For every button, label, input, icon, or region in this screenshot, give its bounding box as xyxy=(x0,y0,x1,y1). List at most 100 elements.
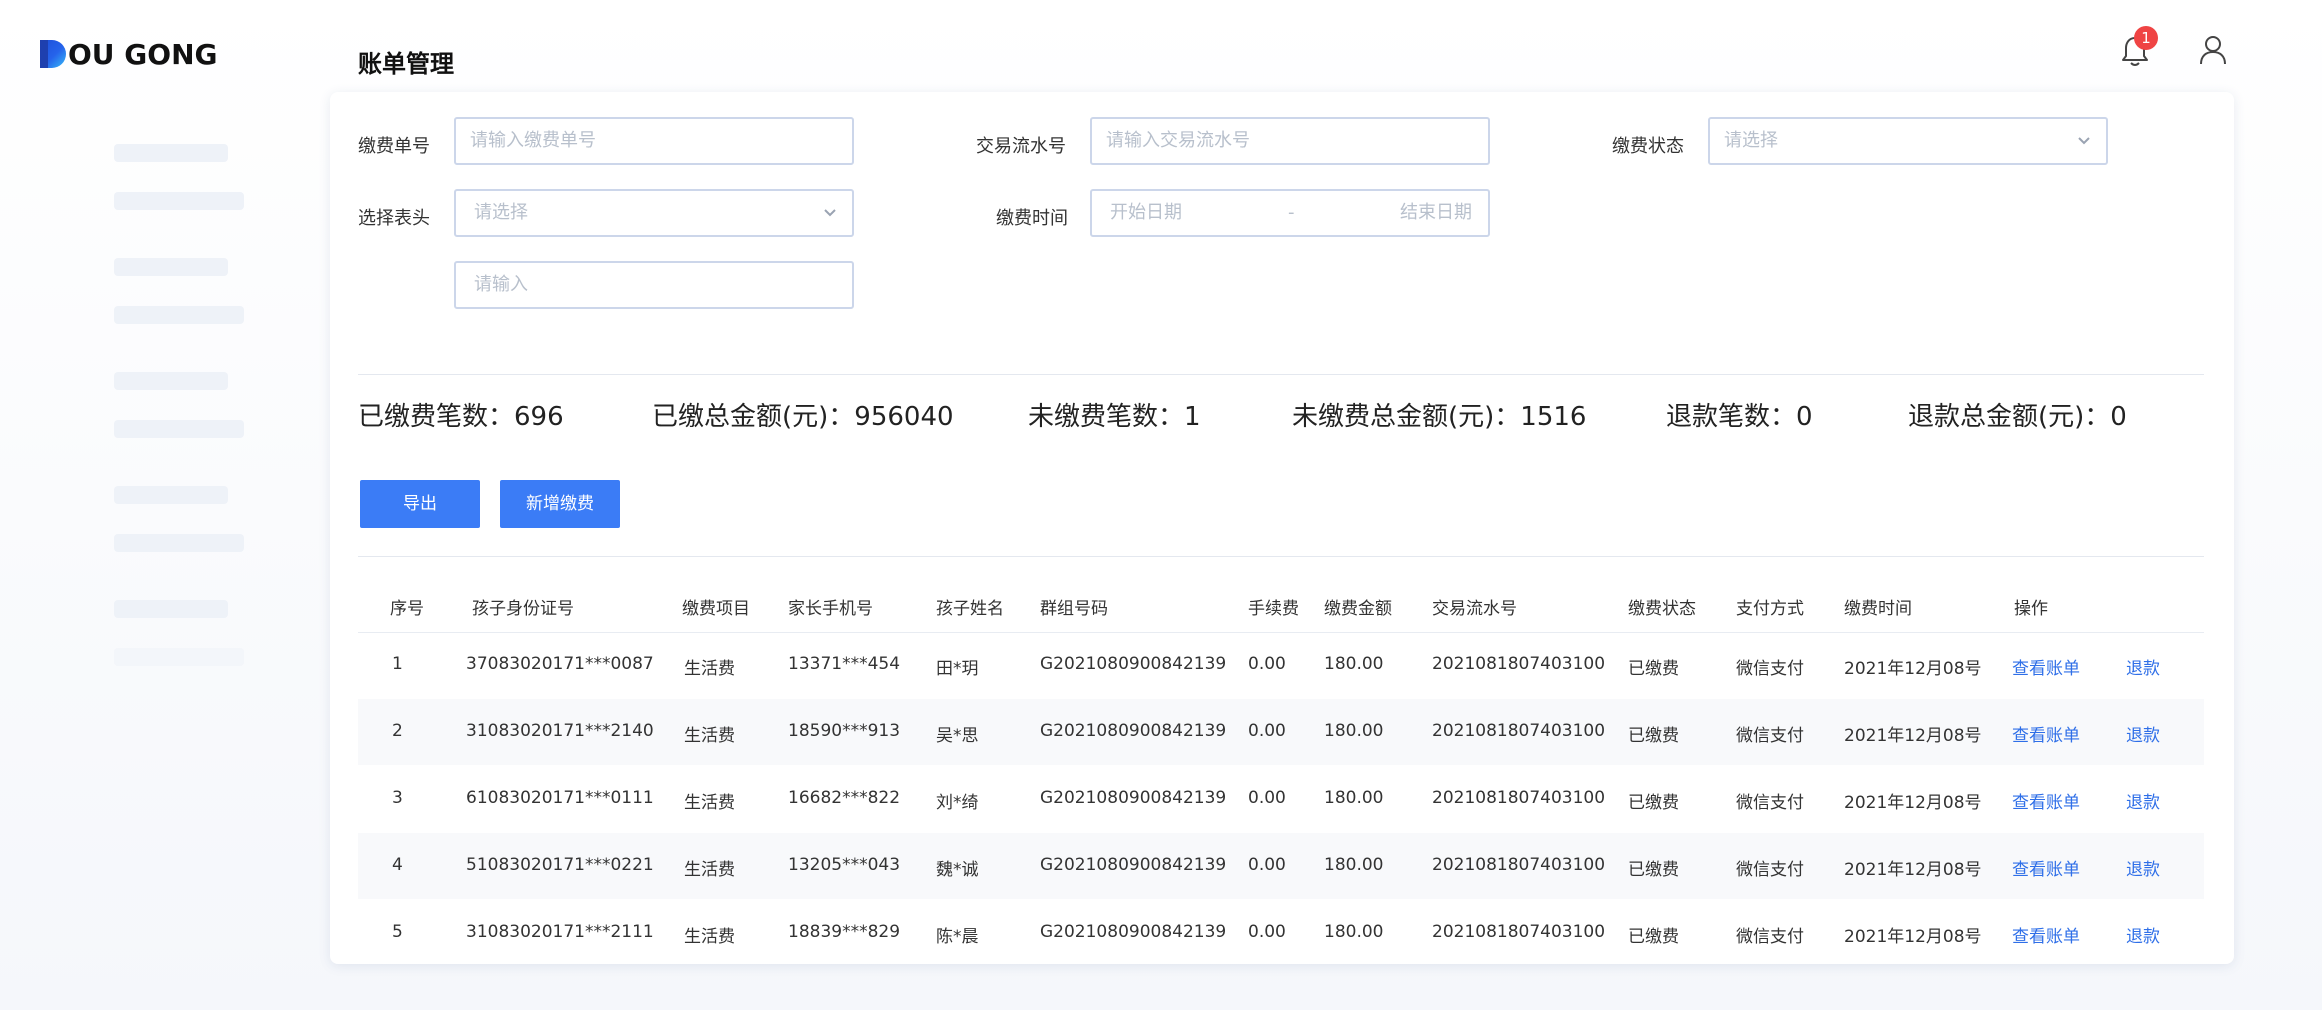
trade-no-cell: 2021081807403100 xyxy=(1432,922,1606,942)
column-header: 群组号码 xyxy=(1040,599,1108,619)
id-card-cell: 61083020171***0111 xyxy=(466,788,654,808)
amount-cell: 180.00 xyxy=(1324,855,1384,875)
column-header: 孩子身份证号 xyxy=(472,599,574,619)
payment-method-cell: 微信支付 xyxy=(1736,927,1804,947)
column-header: 孩子姓名 xyxy=(936,599,1004,619)
trade-no-cell: 2021081807403100 xyxy=(1432,855,1606,875)
date-separator: - xyxy=(1288,202,1295,223)
column-header: 操作 xyxy=(2014,599,2048,619)
sidebar-skeleton xyxy=(114,372,228,390)
fee-item-cell: 生活费 xyxy=(684,726,735,746)
end-date-placeholder[interactable]: 结束日期 xyxy=(1400,191,1472,235)
column-header: 支付方式 xyxy=(1736,599,1804,619)
notification-button[interactable]: 1 xyxy=(2120,26,2158,70)
pay-time-cell: 2021年12月08号 xyxy=(1844,927,1982,947)
pay-time-cell: 2021年12月08号 xyxy=(1844,726,1982,746)
column-header: 缴费项目 xyxy=(682,599,750,619)
status-select[interactable]: 请选择 xyxy=(1708,117,2108,165)
row-number: 3 xyxy=(392,788,403,808)
bill-no-label: 缴费单号 xyxy=(358,136,430,157)
status-cell: 已缴费 xyxy=(1628,860,1679,880)
amount-cell: 180.00 xyxy=(1324,654,1384,674)
child-name-cell: 魏*诚 xyxy=(936,860,979,880)
unpaid-count-stat: 未缴费笔数：1 xyxy=(1028,402,1201,432)
divider xyxy=(358,374,2204,375)
row-number: 5 xyxy=(392,922,403,942)
header-select-label: 选择表头 xyxy=(358,208,430,229)
view-bill-link[interactable]: 查看账单 xyxy=(2012,788,2080,813)
view-bill-link[interactable]: 查看账单 xyxy=(2012,654,2080,679)
page-title: 账单管理 xyxy=(358,50,454,78)
parent-phone-cell: 18839***829 xyxy=(788,922,901,942)
trade-no-cell: 2021081807403100 xyxy=(1432,788,1606,808)
sidebar-skeleton xyxy=(114,648,244,666)
child-name-cell: 陈*晨 xyxy=(936,927,979,947)
divider xyxy=(358,556,2204,557)
fee-item-cell: 生活费 xyxy=(684,860,735,880)
refund-link[interactable]: 退款 xyxy=(2126,721,2160,746)
refund-link[interactable]: 退款 xyxy=(2126,788,2160,813)
table-row: 1 37083020171***0087 生活费 13371***454 田*玥 G202… xyxy=(358,632,2204,698)
start-date-placeholder[interactable]: 开始日期 xyxy=(1110,202,1182,223)
unpaid-amount-stat: 未缴费总金额(元)：1516 xyxy=(1292,402,1587,432)
column-header: 交易流水号 xyxy=(1432,599,1517,619)
payment-method-cell: 微信支付 xyxy=(1736,659,1804,679)
group-number-cell: G2021080900842139 xyxy=(1040,721,1227,741)
logo[interactable]: OU GONG xyxy=(40,38,218,71)
column-header: 缴费时间 xyxy=(1844,599,1912,619)
group-number-cell: G2021080900842139 xyxy=(1040,922,1227,942)
header-value-placeholder: 请输入 xyxy=(474,274,528,295)
bill-card: 缴费单号 请输入缴费单号 交易流水号 请输入交易流水号 缴费状态 请选择 选择表… xyxy=(330,92,2234,964)
parent-phone-cell: 16682***822 xyxy=(788,788,901,808)
pay-time-cell: 2021年12月08号 xyxy=(1844,793,1982,813)
handling-fee-cell: 0.00 xyxy=(1248,654,1286,674)
fee-item-cell: 生活费 xyxy=(684,927,735,947)
table-header: 序号 孩子身份证号 缴费项目 家长手机号 孩子姓名 群组号码 手续费 缴费金额 … xyxy=(358,576,2204,633)
table-row: 3 61083020171***0111 生活费 16682***822 刘*绮 G202… xyxy=(358,766,2204,832)
paid-amount-stat: 已缴总金额(元)：956040 xyxy=(652,402,954,432)
refund-link[interactable]: 退款 xyxy=(2126,855,2160,880)
header-select[interactable]: 请选择 xyxy=(454,189,854,237)
export-button[interactable]: 导出 xyxy=(360,480,480,528)
row-number: 2 xyxy=(392,721,403,741)
bill-no-placeholder: 请输入缴费单号 xyxy=(470,130,596,151)
status-cell: 已缴费 xyxy=(1628,726,1679,746)
sidebar-skeleton xyxy=(114,600,228,618)
pay-time-cell: 2021年12月08号 xyxy=(1844,860,1982,880)
child-name-cell: 田*玥 xyxy=(936,659,979,679)
sidebar-skeleton xyxy=(114,420,244,438)
view-bill-link[interactable]: 查看账单 xyxy=(2012,922,2080,947)
table-row: 4 51083020171***0221 生活费 13205***043 魏*诚 G202… xyxy=(358,833,2204,899)
status-placeholder: 请选择 xyxy=(1724,130,1778,151)
logo-mark-icon xyxy=(40,40,66,68)
view-bill-link[interactable]: 查看账单 xyxy=(2012,721,2080,746)
trade-no-cell: 2021081807403100 xyxy=(1432,654,1606,674)
sidebar-skeleton xyxy=(114,534,244,552)
view-bill-link[interactable]: 查看账单 xyxy=(2012,855,2080,880)
bill-no-input[interactable]: 请输入缴费单号 xyxy=(454,117,854,165)
refund-link[interactable]: 退款 xyxy=(2126,922,2160,947)
sidebar-skeleton xyxy=(114,306,244,324)
status-cell: 已缴费 xyxy=(1628,793,1679,813)
pay-time-label: 缴费时间 xyxy=(996,208,1068,229)
status-label: 缴费状态 xyxy=(1612,136,1684,157)
handling-fee-cell: 0.00 xyxy=(1248,922,1286,942)
pay-time-cell: 2021年12月08号 xyxy=(1844,659,1982,679)
handling-fee-cell: 0.00 xyxy=(1248,855,1286,875)
amount-cell: 180.00 xyxy=(1324,721,1384,741)
payment-method-cell: 微信支付 xyxy=(1736,860,1804,880)
row-number: 1 xyxy=(392,654,403,674)
column-header: 缴费状态 xyxy=(1628,599,1696,619)
user-menu-button[interactable] xyxy=(2198,34,2232,70)
sidebar-skeleton xyxy=(114,144,228,162)
trade-no-input[interactable]: 请输入交易流水号 xyxy=(1090,117,1490,165)
table-row: 5 31083020171***2111 生活费 18839***829 陈*晨 G202… xyxy=(358,900,2204,966)
add-payment-button[interactable]: 新增缴费 xyxy=(500,480,620,528)
user-icon xyxy=(2200,36,2226,65)
header-value-input[interactable]: 请输入 xyxy=(454,261,854,309)
row-number: 4 xyxy=(392,855,403,875)
parent-phone-cell: 18590***913 xyxy=(788,721,901,741)
pay-time-range[interactable]: 开始日期 - 结束日期 xyxy=(1090,189,1490,237)
column-header: 缴费金额 xyxy=(1324,599,1392,619)
refund-link[interactable]: 退款 xyxy=(2126,654,2160,679)
